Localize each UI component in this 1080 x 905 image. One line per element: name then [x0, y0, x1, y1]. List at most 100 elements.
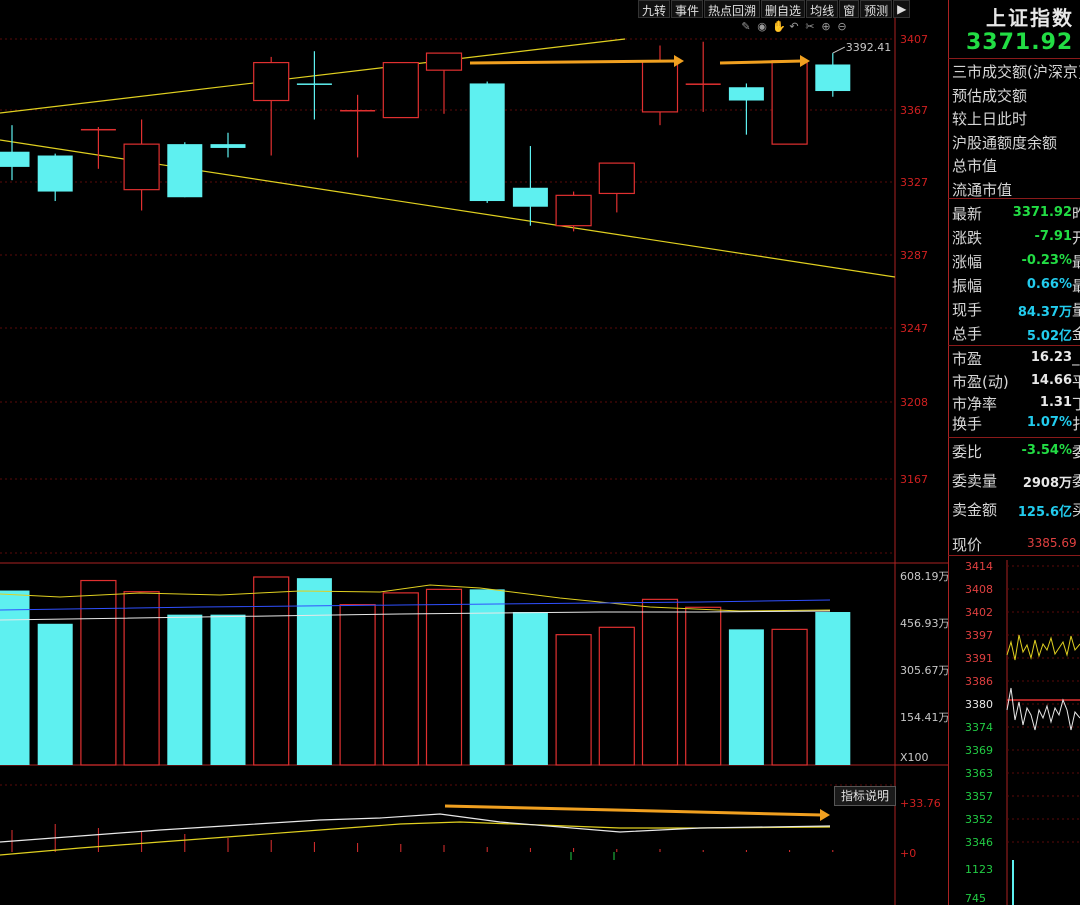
volume-bar-18: [771, 628, 808, 766]
sidebar-divider-0: [948, 58, 1080, 59]
play-icon[interactable]: ▶: [893, 0, 911, 18]
scissors-icon[interactable]: ✂: [804, 21, 816, 33]
quote-row-1: 涨跌 -7.91 开: [952, 227, 1080, 249]
quote-key: 市盈(动): [952, 373, 1009, 391]
chart-toolbar: 九转 事件 热点回溯 删自选 均线窗预测 ▶: [638, 0, 911, 18]
price-axis: 3407 3367 3327 3287 3247 3208 3167: [900, 33, 928, 486]
quote-truncated-label: 量: [1072, 301, 1080, 319]
candle-body-11: [469, 83, 505, 202]
candle-12: [512, 146, 548, 226]
candle-body-15: [641, 60, 679, 113]
intraday-mini-chart[interactable]: 3414 3408 3402 3397 3391 3386 3380 3374 3369 3363…: [949, 560, 1080, 905]
quote-key: 市净率: [952, 395, 998, 413]
sidebar-divider-2: [948, 345, 1080, 346]
quote-value: 1.07%: [1026, 415, 1072, 430]
candle-body-10: [425, 52, 463, 71]
mini-tick-5: 3386: [965, 675, 993, 688]
volume-bar-0: [0, 590, 30, 765]
zoom-out-icon[interactable]: ⊖: [836, 21, 848, 33]
quote-truncated-label: 委: [1072, 443, 1080, 461]
current-price-value: 3385.69: [1027, 536, 1077, 550]
candle-body-17: [728, 87, 764, 101]
volume-bar-16: [685, 606, 722, 766]
candle-body-6: [253, 61, 290, 102]
candle-10: [425, 52, 463, 114]
price-tick-1: 3367: [900, 104, 928, 117]
quote-row-5: 总手 5.02亿金: [952, 323, 1080, 345]
candle-body-9: [382, 61, 419, 119]
toolbar-button-1[interactable]: 事件: [671, 0, 704, 18]
volume-bar-15: [641, 598, 679, 766]
candle-body-1: [37, 155, 73, 192]
candle-15: [641, 45, 679, 126]
candle-body-14: [598, 162, 635, 195]
mini-tick-2: 3402: [965, 606, 993, 619]
volume-bar-11: [469, 589, 505, 765]
info-label-0: 三市成交额(沪深京): [952, 63, 1080, 81]
quote-key: 委比: [952, 443, 983, 461]
mini-tick-8: 3369: [965, 744, 993, 757]
candle-body-4: [167, 144, 203, 198]
volume-bar-4: [167, 614, 203, 765]
candle-1: [37, 153, 73, 202]
volume-bars: [0, 576, 851, 766]
candle-body-18: [771, 60, 808, 145]
toolbar-button-5[interactable]: 窗: [839, 0, 860, 18]
kline-chart[interactable]: 3392.41 3407 3367 3327 3287 3247 3208 3167 608…: [0, 0, 948, 905]
quote-value: 125.6亿: [1017, 505, 1072, 520]
candle-11: [469, 81, 505, 203]
mini-volume-bar: [1012, 860, 1014, 905]
candle-9: [382, 61, 419, 119]
indicator-tick-1: +0: [900, 847, 916, 860]
candle-body-7: [296, 83, 332, 85]
chart-tool-icons: ✎ ◉ ✋ ↶ ✂ ⊕ ⊖: [740, 21, 848, 33]
candle-3: [123, 119, 160, 211]
volume-bar-13: [555, 634, 592, 766]
sidebar-divider-3: [948, 437, 1080, 438]
eye-icon[interactable]: ◉: [756, 21, 768, 33]
zoom-in-icon[interactable]: ⊕: [820, 21, 832, 33]
mini-avg-line: [1006, 634, 1080, 661]
arrow-1-shaft: [469, 59, 677, 65]
volume-bar-19: [815, 612, 851, 765]
quote-truncated-label: 买: [1072, 501, 1080, 519]
candlestick-series: 3392.41: [0, 41, 891, 232]
pen-icon[interactable]: ✎: [740, 21, 752, 33]
toolbar-button-3[interactable]: 删自选: [761, 0, 806, 18]
indicator-help-button[interactable]: 指标说明: [834, 786, 897, 806]
quote-key: 涨跌: [952, 229, 983, 247]
candle-4: [167, 142, 203, 198]
toolbar-button-4[interactable]: 均线: [806, 0, 839, 18]
volume-bar-12: [512, 612, 548, 765]
upper-trend-line: [0, 38, 626, 114]
candle-5: [210, 132, 246, 158]
mini-tick-3: 3397: [965, 629, 993, 642]
quote-value: 16.23: [1030, 350, 1072, 365]
price-tick-6: 3167: [900, 473, 928, 486]
mini-tick-11: 3352: [965, 813, 993, 826]
quote-truncated-label: 昨: [1072, 205, 1080, 223]
sidebar-divider-1: [948, 198, 1080, 199]
quote-truncated-label: 最: [1072, 253, 1080, 271]
mini-tick-1: 3408: [965, 583, 993, 596]
volume-bar-6: [253, 576, 290, 766]
hand-icon[interactable]: ✋: [772, 21, 786, 33]
quote-value: -0.23%: [1021, 253, 1073, 268]
quote-value: 14.66: [1030, 373, 1072, 388]
price-tick-5: 3208: [900, 396, 928, 409]
candle-16: [685, 41, 721, 112]
volume-bar-1: [37, 623, 73, 765]
toolbar-button-2[interactable]: 热点回溯: [704, 0, 761, 18]
undo-icon[interactable]: ↶: [788, 21, 800, 33]
volume-bar-17: [728, 629, 764, 765]
mini-tick-6: 3380: [965, 698, 993, 711]
quote-value: -3.54%: [1021, 443, 1073, 458]
volume-bar-8: [339, 604, 376, 766]
candle-body-13: [555, 194, 592, 227]
candle-13: [555, 191, 592, 232]
volume-axis: 608.19万 456.93万 305.67万 154.41万 X100: [900, 570, 948, 764]
price-tick-4: 3247: [900, 322, 928, 335]
toolbar-button-6[interactable]: 预测: [860, 0, 893, 18]
toolbar-button-0[interactable]: 九转: [638, 0, 671, 18]
current-price-label: 现价: [952, 536, 983, 554]
